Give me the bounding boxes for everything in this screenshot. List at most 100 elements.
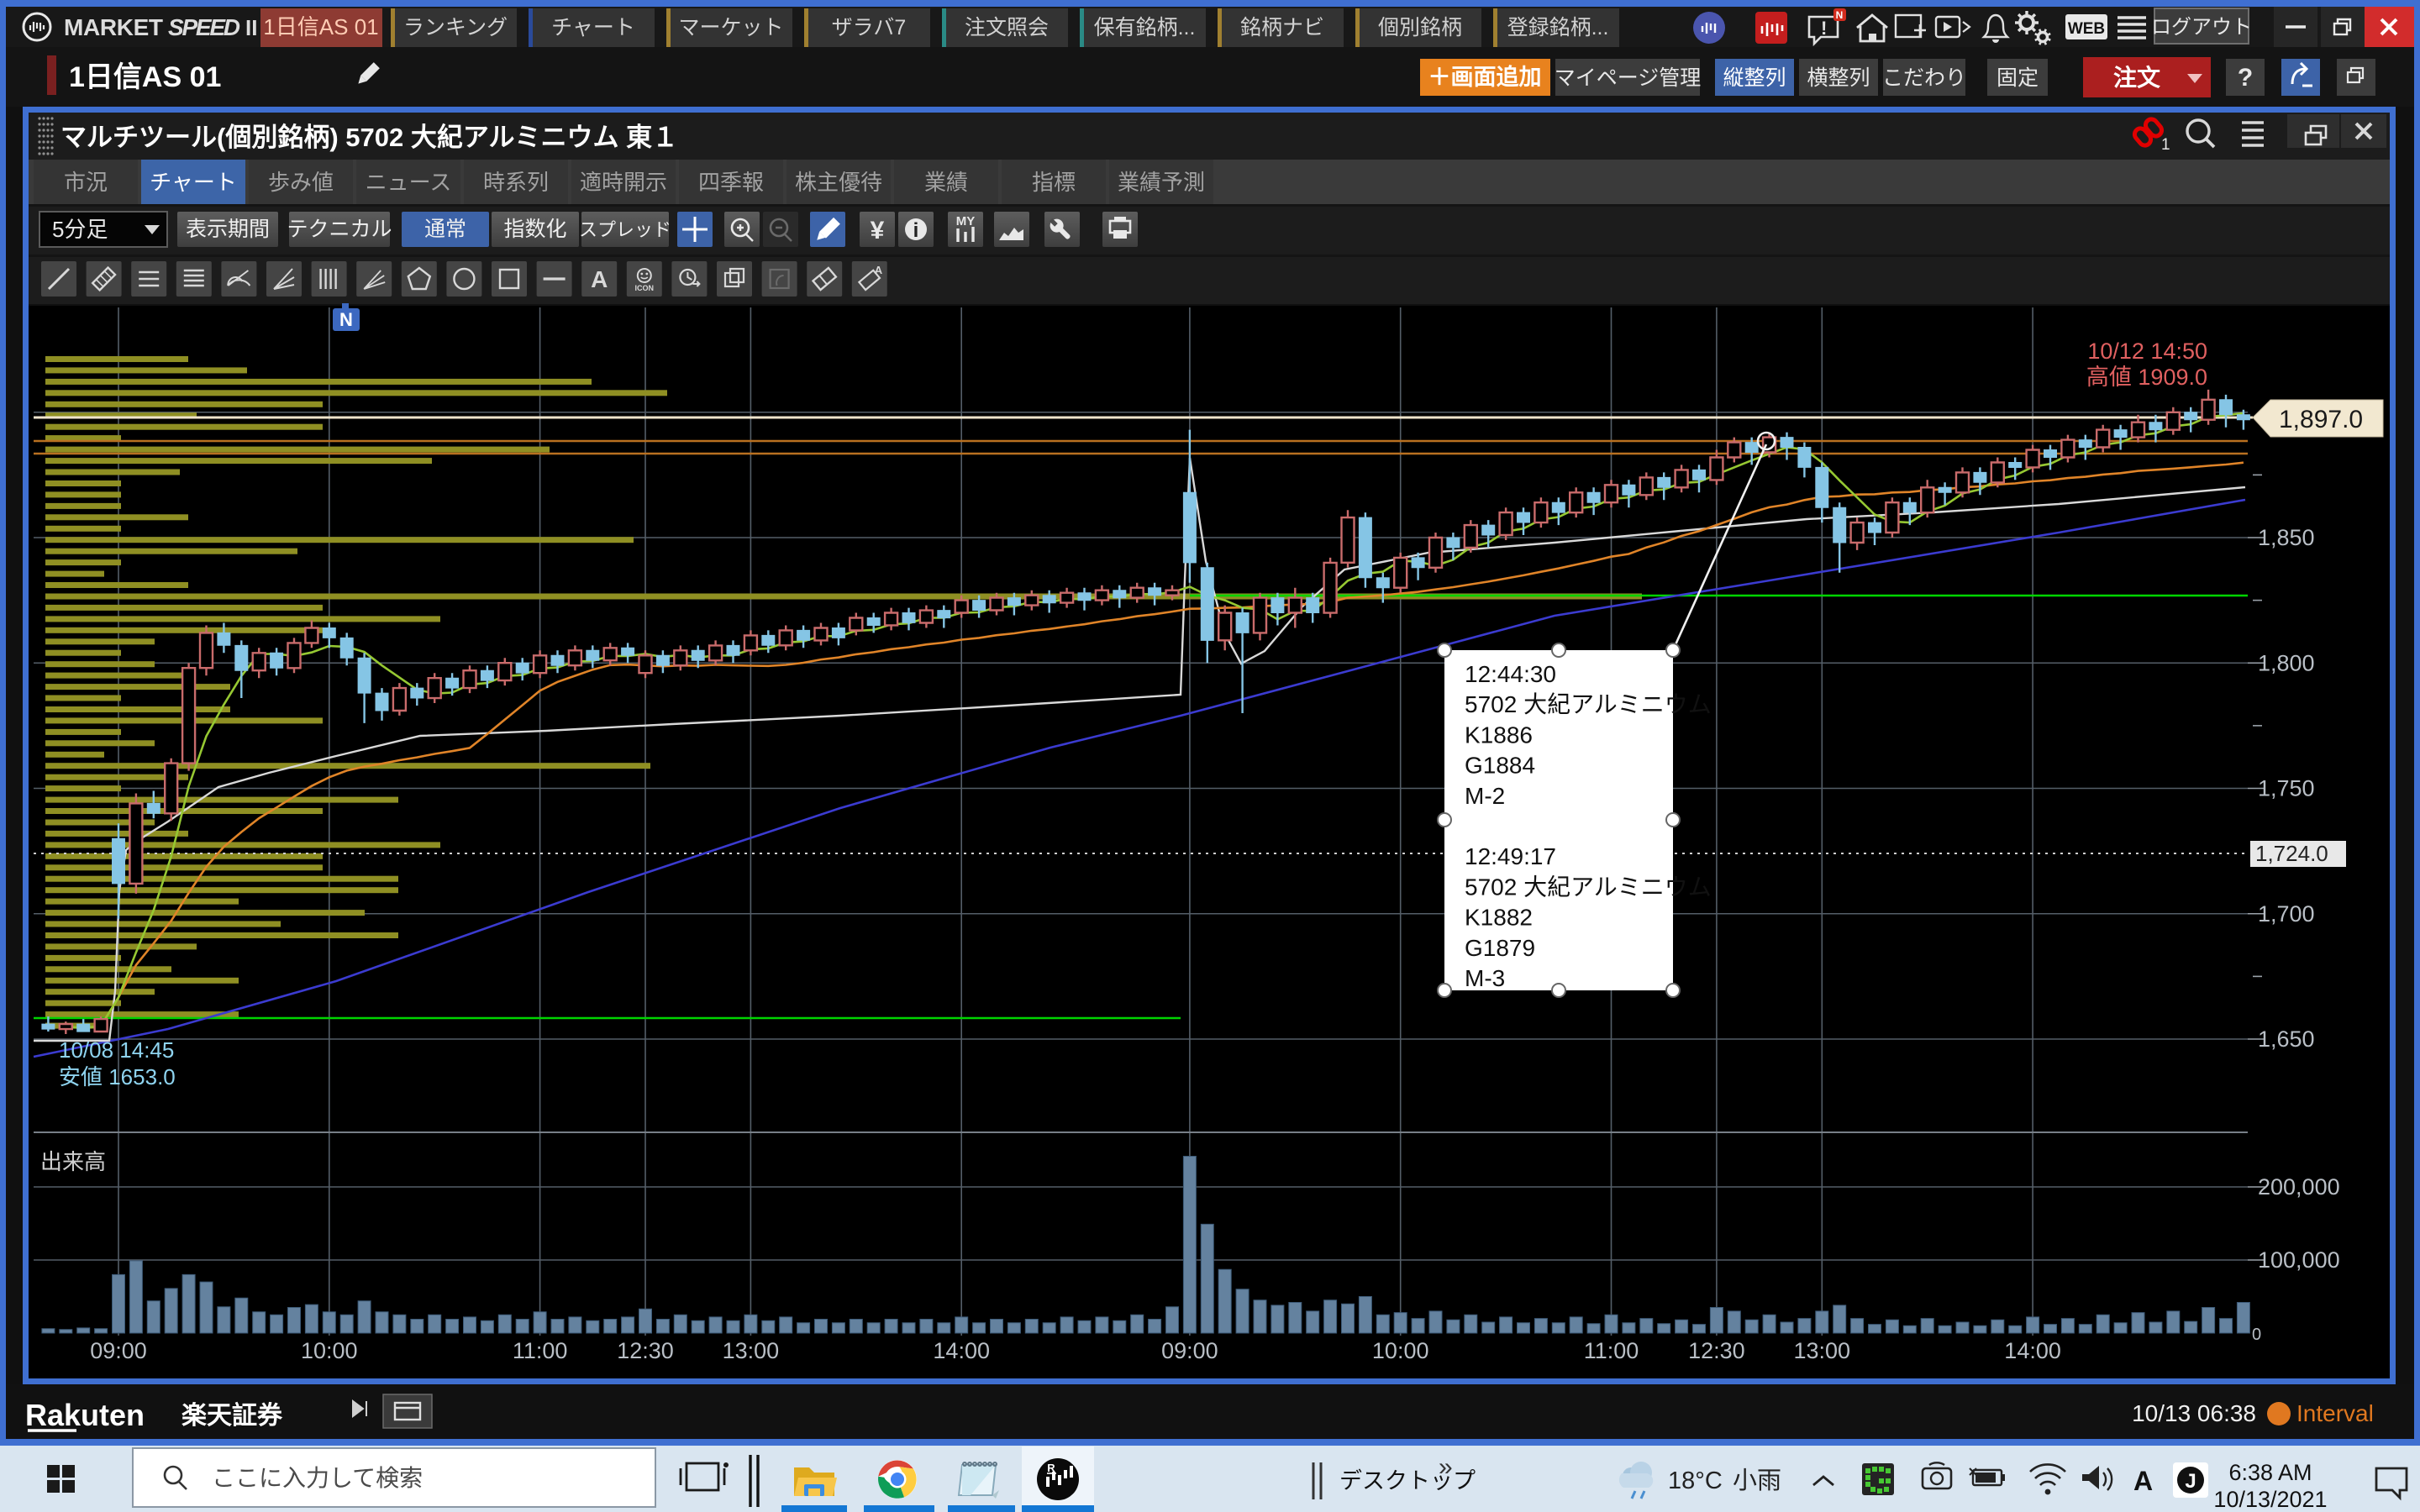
svg-text:指標: 指標	[1032, 170, 1076, 195]
svg-text:MARKET: MARKET	[64, 14, 163, 40]
svg-text:1,850: 1,850	[2258, 525, 2315, 550]
svg-text:＋画面追加: ＋画面追加	[1428, 64, 1542, 90]
svg-text:M-2: M-2	[1465, 783, 1505, 809]
svg-text:ザラバ7: ザラバ7	[832, 16, 907, 39]
svg-text:小雨: 小雨	[1733, 1467, 1781, 1494]
svg-text:G1879: G1879	[1465, 935, 1535, 961]
svg-text:固定: 固定	[1996, 66, 2039, 90]
svg-text:0: 0	[2252, 1326, 2261, 1344]
svg-text:出来高: 出来高	[40, 1149, 106, 1174]
svg-text:11:00: 11:00	[1584, 1338, 1639, 1363]
svg-text:M-3: M-3	[1465, 965, 1505, 991]
svg-text:13:00: 13:00	[723, 1338, 780, 1363]
svg-text:12:30: 12:30	[1688, 1338, 1745, 1363]
svg-text:6:38 AM: 6:38 AM	[2228, 1460, 2312, 1485]
svg-text:表示期間: 表示期間	[186, 218, 270, 241]
svg-text:MY: MY	[956, 214, 976, 228]
svg-text:安値 1653.0: 安値 1653.0	[59, 1064, 176, 1089]
svg-text:i: i	[913, 219, 919, 242]
svg-text:市況: 市況	[64, 170, 108, 195]
svg-text:09:00: 09:00	[90, 1338, 147, 1363]
svg-text:18°C: 18°C	[1668, 1467, 1723, 1494]
svg-text:デスクトップ: デスクトップ	[1339, 1468, 1476, 1494]
svg-text:13:00: 13:00	[1794, 1338, 1851, 1363]
svg-text:A: A	[2133, 1466, 2153, 1496]
svg-text:10/08 14:45: 10/08 14:45	[59, 1037, 174, 1063]
svg-text:1,650: 1,650	[2258, 1026, 2315, 1052]
svg-text:5分足: 5分足	[52, 217, 108, 242]
svg-text:»: »	[1439, 1453, 1453, 1481]
svg-text:Interval: Interval	[2296, 1400, 2374, 1426]
svg-text:1日信AS 01: 1日信AS 01	[69, 61, 221, 93]
svg-text:チャート: チャート	[150, 170, 237, 195]
svg-text:1,800: 1,800	[2258, 650, 2315, 675]
svg-text:!: !	[1821, 18, 1827, 39]
svg-text:指数化: 指数化	[503, 218, 566, 241]
svg-text:200,000: 200,000	[2258, 1174, 2340, 1200]
svg-text:マルチツール(個別銘柄) 5702 大紀アルミニウム 東１: マルチツール(個別銘柄) 5702 大紀アルミニウム 東１	[60, 123, 678, 152]
svg-text:チャート: チャート	[551, 16, 635, 39]
svg-text:高値 1909.0: 高値 1909.0	[2086, 365, 2207, 390]
svg-text:K1882: K1882	[1465, 905, 1533, 931]
svg-text:業績予測: 業績予測	[1118, 170, 1205, 195]
svg-text:適時開示: 適時開示	[580, 170, 667, 195]
svg-text:株主優待: 株主優待	[795, 170, 882, 195]
svg-text:登録銘柄...: 登録銘柄...	[1507, 16, 1609, 39]
svg-text:縦整列: 縦整列	[1723, 66, 1786, 90]
svg-text:A: A	[875, 264, 883, 276]
svg-text:WEB: WEB	[2068, 20, 2105, 38]
svg-text:11:00: 11:00	[513, 1338, 568, 1363]
svg-text:N: N	[1836, 9, 1844, 21]
svg-text:保有銘柄...: 保有銘柄...	[1094, 16, 1196, 39]
svg-text:注文照会: 注文照会	[965, 16, 1049, 39]
svg-text:注文: 注文	[2113, 64, 2160, 91]
svg-text:¥: ¥	[871, 217, 885, 244]
svg-text:マイページ管理: マイページ管理	[1555, 66, 1702, 90]
svg-text:通常: 通常	[424, 218, 466, 241]
svg-text:K1886: K1886	[1465, 722, 1533, 748]
svg-text:N: N	[339, 309, 353, 330]
svg-text:ランキング: ランキング	[403, 16, 508, 39]
svg-text:こだわり: こだわり	[1882, 66, 1966, 90]
svg-text:ICON: ICON	[635, 284, 655, 292]
svg-text:ニュース: ニュース	[366, 170, 452, 195]
svg-text:SPEED: SPEED	[168, 14, 240, 40]
svg-text:14:00: 14:00	[2004, 1338, 2061, 1363]
svg-text:II: II	[245, 15, 257, 40]
svg-text:時系列: 時系列	[483, 170, 549, 195]
svg-text:1,750: 1,750	[2258, 776, 2315, 801]
svg-text:Rakuten: Rakuten	[25, 1398, 145, 1432]
svg-text:1,700: 1,700	[2258, 901, 2315, 927]
svg-text:J: J	[2185, 1470, 2196, 1493]
svg-text:14:00: 14:00	[933, 1338, 990, 1363]
svg-text:個別銘柄: 個別銘柄	[1378, 16, 1462, 39]
svg-text:5702 大紀アルミニウム: 5702 大紀アルミニウム	[1465, 874, 1712, 900]
svg-text:スプレッド: スプレッド	[579, 219, 671, 240]
svg-text:楽天証券: 楽天証券	[182, 1402, 283, 1430]
svg-text:1: 1	[2161, 136, 2170, 154]
svg-text:10:00: 10:00	[1372, 1338, 1429, 1363]
svg-text:銘柄ナビ: 銘柄ナビ	[1240, 16, 1324, 39]
svg-text:ログアウト: ログアウト	[2151, 16, 2252, 39]
svg-text:?: ?	[2238, 64, 2253, 92]
svg-text:業績: 業績	[924, 170, 968, 195]
svg-text:09:00: 09:00	[1161, 1338, 1218, 1363]
svg-text:1,724.0: 1,724.0	[2255, 841, 2328, 866]
svg-text:G1884: G1884	[1465, 753, 1535, 779]
svg-text:10/12 14:50: 10/12 14:50	[2087, 339, 2207, 364]
svg-text:テクニカル: テクニカル	[287, 218, 392, 241]
svg-text:10/13/2021: 10/13/2021	[2213, 1487, 2327, 1512]
svg-text:1日信AS 01: 1日信AS 01	[263, 14, 378, 39]
svg-text:10/13 06:38: 10/13 06:38	[2132, 1400, 2256, 1426]
svg-text:マーケット: マーケット	[678, 16, 783, 39]
svg-text:10:00: 10:00	[301, 1338, 358, 1363]
svg-text:A: A	[591, 266, 608, 292]
svg-text:四季報: 四季報	[698, 170, 764, 195]
svg-text:12:44:30: 12:44:30	[1465, 661, 1556, 687]
svg-text:100,000: 100,000	[2258, 1247, 2340, 1273]
svg-text:ここに入力して検索: ここに入力して検索	[212, 1465, 423, 1491]
svg-text:1,897.0: 1,897.0	[2279, 406, 2363, 433]
svg-text:5702 大紀アルミニウム: 5702 大紀アルミニウム	[1465, 691, 1712, 717]
svg-text:12:49:17: 12:49:17	[1465, 843, 1556, 869]
svg-text:横整列: 横整列	[1807, 66, 1870, 90]
